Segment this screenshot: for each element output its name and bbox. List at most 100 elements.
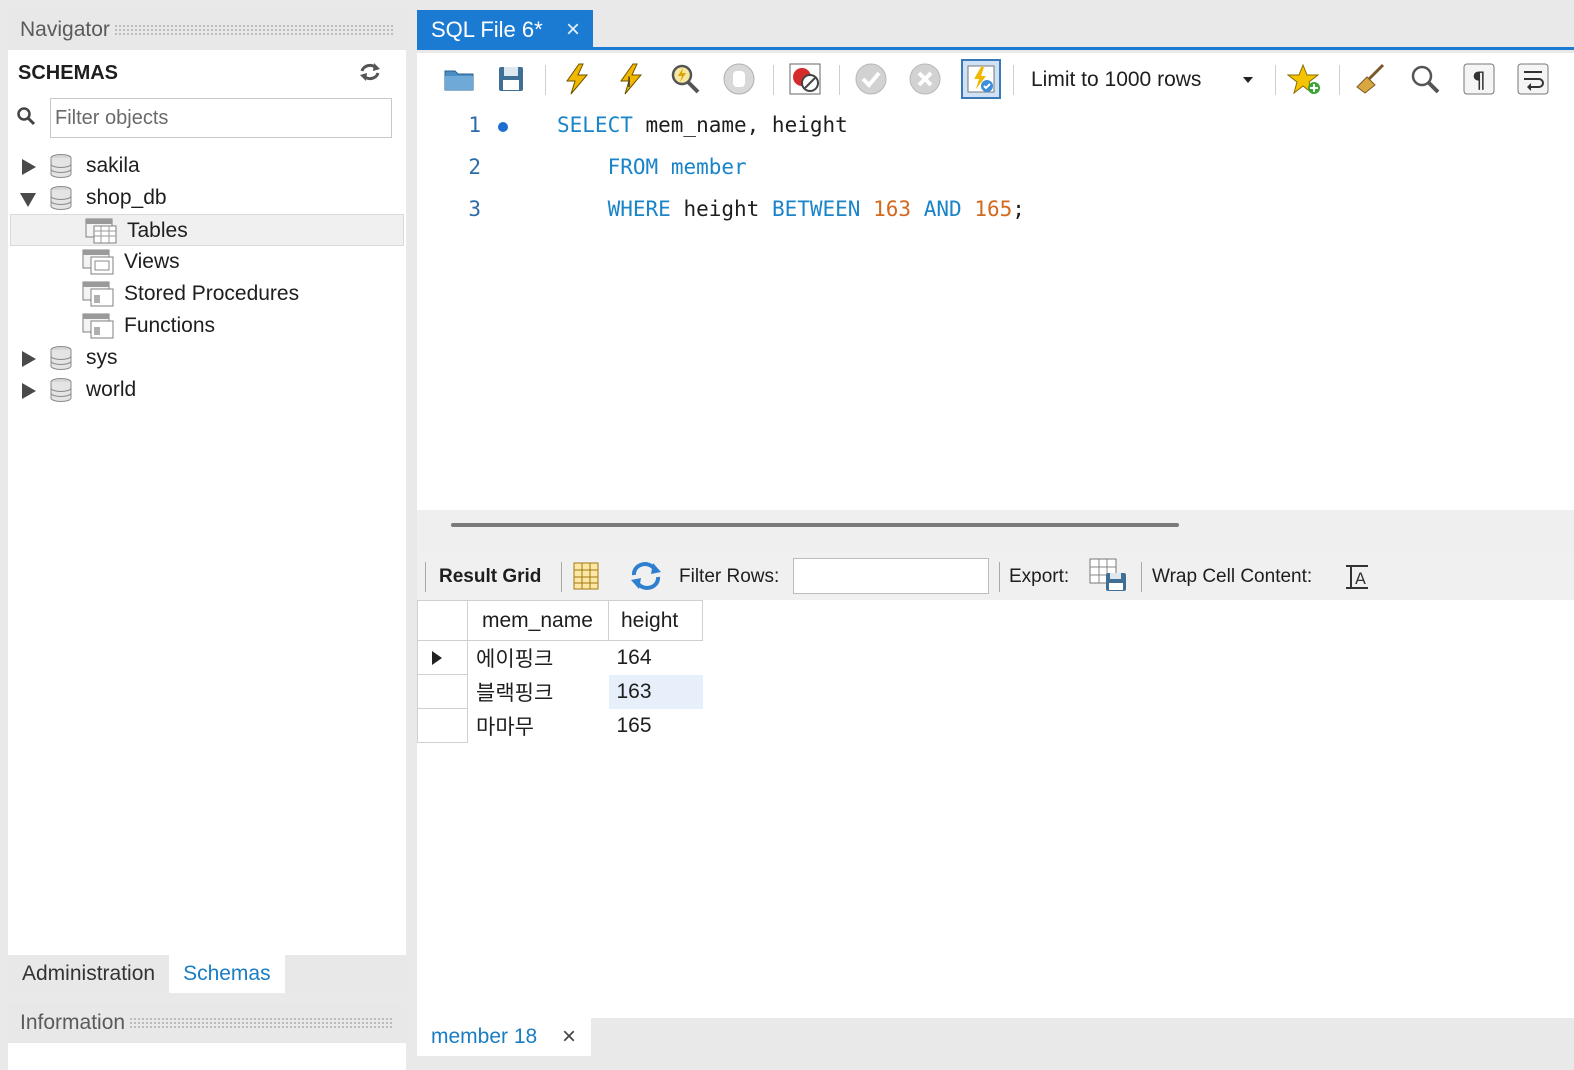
autocommit-toggle-icon[interactable] bbox=[961, 59, 1001, 99]
limit-rows-select[interactable]: Limit to 1000 rows bbox=[1023, 63, 1263, 97]
schema-label: sakila bbox=[86, 154, 140, 177]
tab-title: SQL File 6* bbox=[431, 17, 543, 42]
tree-item-views[interactable]: Views bbox=[8, 246, 406, 278]
close-icon[interactable]: × bbox=[563, 18, 583, 42]
current-row-arrow-icon bbox=[432, 651, 442, 665]
line-number: 1 bbox=[468, 113, 481, 137]
editor-area: SQL File 6* × I Limit to 1000 rows ¶ 1 S… bbox=[417, 10, 1574, 1070]
wrap-cell-content-label: Wrap Cell Content: bbox=[1152, 566, 1313, 587]
table-cell[interactable]: 블랙핑크 bbox=[468, 675, 609, 709]
grip-dots[interactable] bbox=[113, 24, 394, 36]
toolbar-separator bbox=[773, 65, 774, 95]
expand-arrow-icon[interactable] bbox=[22, 383, 36, 399]
schema-label: sys bbox=[86, 346, 118, 369]
invisible-characters-icon[interactable]: ¶ bbox=[1461, 61, 1497, 97]
scrollbar-thumb[interactable] bbox=[451, 523, 1179, 527]
navigator-header: Navigator bbox=[8, 10, 406, 50]
row-header[interactable] bbox=[417, 640, 468, 675]
tab-schemas[interactable]: Schemas bbox=[169, 955, 285, 993]
grid-layout-icon[interactable] bbox=[573, 562, 599, 590]
horizontal-scrollbar[interactable] bbox=[417, 510, 1574, 552]
toolbar-separator bbox=[561, 562, 562, 592]
table-row[interactable]: 블랙핑크 163 bbox=[417, 674, 703, 709]
table-row[interactable]: 마마무 165 bbox=[417, 708, 703, 743]
statement-marker-icon bbox=[498, 122, 508, 132]
table-cell[interactable]: 165 bbox=[609, 709, 703, 743]
information-title: Information bbox=[20, 1011, 126, 1034]
table-cell[interactable]: 164 bbox=[609, 641, 703, 675]
token: mem_name, height bbox=[632, 113, 848, 137]
table-cell[interactable]: 마마무 bbox=[468, 709, 609, 743]
stop-on-error-icon[interactable] bbox=[787, 61, 823, 97]
collapse-arrow-icon[interactable] bbox=[20, 193, 36, 207]
line-number: 2 bbox=[468, 155, 481, 179]
tree-item-functions[interactable]: Functions bbox=[8, 310, 406, 342]
expand-arrow-icon[interactable] bbox=[22, 351, 36, 367]
beautify-broom-icon[interactable] bbox=[1353, 61, 1389, 97]
token: SELECT bbox=[557, 113, 633, 137]
schema-item-sakila[interactable]: sakila bbox=[8, 150, 406, 182]
code-line: 2 FROM member bbox=[417, 155, 1574, 185]
column-header[interactable]: height bbox=[608, 600, 703, 641]
line-number: 3 bbox=[468, 197, 481, 221]
tab-member-result[interactable]: member 18 × bbox=[417, 1018, 591, 1056]
refresh-icon[interactable] bbox=[358, 62, 382, 82]
filter-objects-input[interactable] bbox=[50, 98, 392, 138]
commit-check-icon[interactable] bbox=[853, 61, 889, 97]
result-grid-tab[interactable]: Result Grid bbox=[439, 566, 541, 588]
word-wrap-icon[interactable] bbox=[1515, 61, 1551, 97]
table-cell[interactable]: 에이핑크 bbox=[468, 641, 609, 675]
table-row[interactable]: 에이핑크 164 bbox=[417, 640, 703, 675]
save-icon[interactable] bbox=[493, 61, 529, 97]
schema-item-world[interactable]: world bbox=[8, 374, 406, 406]
row-header[interactable] bbox=[417, 708, 468, 743]
table-header-row: mem_name height bbox=[417, 600, 703, 641]
schema-item-sys[interactable]: sys bbox=[8, 342, 406, 374]
result-tabs: member 18 × bbox=[417, 1018, 1574, 1056]
toolbar-separator bbox=[839, 65, 840, 95]
execute-current-icon[interactable]: I bbox=[613, 61, 649, 97]
code-line: 3 WHERE height BETWEEN 163 AND 165; bbox=[417, 197, 1574, 227]
token: height bbox=[670, 197, 772, 221]
tree-item-stored-procedures[interactable]: Stored Procedures bbox=[8, 278, 406, 310]
tab-sql-file[interactable]: SQL File 6* × bbox=[417, 10, 593, 50]
execute-lightning-icon[interactable] bbox=[559, 61, 595, 97]
stored-procedures-folder-icon bbox=[82, 281, 114, 307]
tree-item-label: Functions bbox=[124, 314, 216, 337]
functions-folder-icon bbox=[82, 313, 114, 339]
tables-folder-icon bbox=[85, 218, 117, 244]
schemas-title: SCHEMAS bbox=[18, 61, 119, 84]
navigator-panel: Navigator SCHEMAS Filter objects sakila … bbox=[8, 10, 406, 955]
token: AND bbox=[923, 197, 962, 221]
toolbar-separator bbox=[1141, 562, 1142, 592]
close-icon[interactable]: × bbox=[559, 1025, 579, 1049]
token: WHERE bbox=[607, 197, 671, 221]
column-header[interactable]: mem_name bbox=[467, 600, 609, 641]
open-folder-icon[interactable] bbox=[441, 61, 477, 97]
refresh-icon[interactable] bbox=[629, 562, 663, 590]
row-header[interactable] bbox=[417, 674, 468, 709]
explain-magnifier-icon[interactable] bbox=[667, 61, 703, 97]
schema-label: world bbox=[86, 378, 137, 401]
tree-item-tables[interactable]: Tables bbox=[10, 214, 404, 246]
add-snippet-star-icon[interactable] bbox=[1287, 61, 1323, 97]
tab-administration[interactable]: Administration bbox=[8, 955, 169, 993]
result-tab-label: member 18 bbox=[431, 1025, 538, 1048]
export-icon[interactable] bbox=[1089, 558, 1127, 592]
grip-dots[interactable] bbox=[129, 1017, 394, 1029]
stop-hand-icon[interactable] bbox=[721, 61, 757, 97]
schema-item-shop_db[interactable]: shop_db bbox=[8, 182, 406, 214]
wrap-cell-icon[interactable]: A bbox=[1345, 564, 1369, 590]
find-magnifier-icon[interactable] bbox=[1407, 61, 1443, 97]
filter-rows-input[interactable] bbox=[793, 558, 989, 594]
expand-arrow-icon[interactable] bbox=[22, 159, 36, 175]
table-cell[interactable]: 163 bbox=[608, 674, 703, 709]
sql-code-editor[interactable]: 1 SELECT mem_name, height 2 FROM member … bbox=[417, 107, 1574, 510]
rollback-x-icon[interactable] bbox=[907, 61, 943, 97]
schema-tree: sakila shop_db Tables Views Stored Proce… bbox=[8, 150, 406, 406]
result-grid: mem_name height 에이핑크 164 블랙핑크 163 마마무 16… bbox=[417, 600, 1574, 1018]
database-icon bbox=[50, 154, 72, 178]
